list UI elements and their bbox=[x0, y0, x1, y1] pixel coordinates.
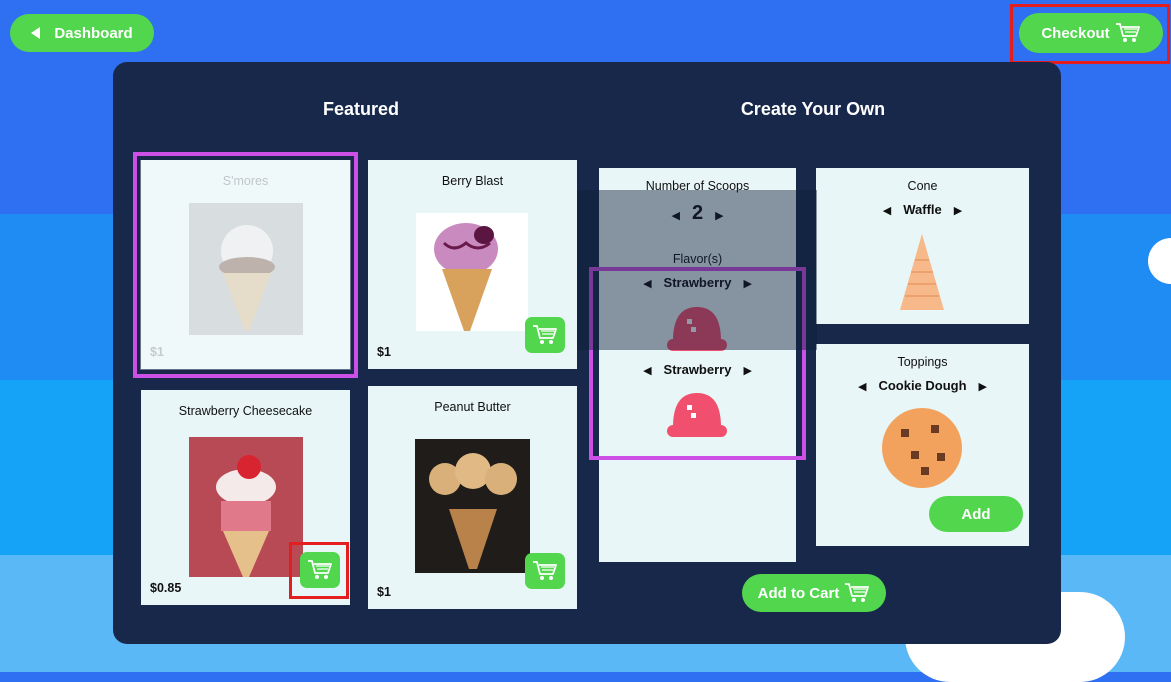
item-price: $0.85 bbox=[150, 581, 182, 595]
toppings-label: Toppings bbox=[897, 355, 948, 369]
scoops-value: 2 bbox=[691, 202, 704, 224]
item-price: $1 bbox=[150, 345, 164, 359]
cone-stepper: ◀ Waffle ▶ bbox=[816, 202, 1029, 217]
shopping-cart-icon bbox=[844, 583, 870, 603]
flavors-label: Flavor(s) bbox=[672, 252, 723, 266]
item-name: Peanut Butter bbox=[434, 400, 511, 414]
featured-card-peanut-butter[interactable]: Peanut Butter $1 bbox=[368, 386, 577, 609]
add-to-cart-button-peanut-butter[interactable] bbox=[525, 553, 565, 589]
cone-label: Cone bbox=[907, 179, 938, 193]
item-price: $1 bbox=[377, 345, 391, 359]
add-to-cart-button-berry-blast[interactable] bbox=[525, 317, 565, 353]
smores-image bbox=[189, 203, 303, 335]
item-name: Berry Blast bbox=[441, 174, 504, 188]
featured-heading: Featured bbox=[322, 99, 400, 119]
strawberry-cheesecake-image bbox=[189, 437, 303, 577]
scoops-stepper: ◀ 2 ▶ bbox=[599, 202, 796, 225]
featured-card-berry-blast[interactable]: Berry Blast $1 bbox=[368, 160, 577, 369]
add-to-cart-button[interactable]: Add to Cart bbox=[742, 574, 886, 612]
arrow-right-icon[interactable]: ▶ bbox=[967, 381, 999, 393]
berry-blast-image bbox=[416, 213, 528, 331]
cookie-dough-icon bbox=[882, 408, 962, 488]
featured-card-smores[interactable]: S'mores $1 bbox=[141, 160, 350, 369]
arrow-left-icon[interactable]: ◀ bbox=[871, 205, 903, 217]
item-name: Strawberry Cheesecake bbox=[178, 404, 313, 418]
toppings-card: Toppings ◀ Cookie Dough ▶ Add bbox=[816, 344, 1029, 546]
add-topping-button[interactable]: Add bbox=[929, 496, 1023, 532]
shopping-cart-icon bbox=[532, 561, 557, 581]
topping-stepper: ◀ Cookie Dough ▶ bbox=[816, 378, 1029, 393]
peanut-butter-image bbox=[415, 439, 530, 573]
shopping-cart-icon bbox=[1114, 23, 1140, 43]
add-to-cart-label: Add to Cart bbox=[757, 584, 840, 602]
topping-value: Cookie Dough bbox=[878, 378, 967, 393]
arrow-left-icon[interactable]: ◀ bbox=[846, 381, 878, 393]
create-your-own-heading: Create Your Own bbox=[740, 99, 886, 119]
dashboard-label: Dashboard bbox=[54, 24, 133, 42]
back-arrow-icon bbox=[31, 27, 41, 39]
highlight-flavors bbox=[589, 267, 806, 460]
shopping-cart-icon bbox=[532, 325, 557, 345]
arrow-right-icon[interactable]: ▶ bbox=[942, 205, 974, 217]
highlight-cart-cheesecake bbox=[289, 542, 349, 599]
arrow-left-icon[interactable]: ◀ bbox=[659, 210, 691, 222]
waffle-cone-icon bbox=[900, 234, 944, 310]
cone-card: Cone ◀ Waffle ▶ bbox=[816, 168, 1029, 324]
checkout-button[interactable]: Checkout bbox=[1019, 13, 1163, 53]
item-name: S'mores bbox=[222, 174, 269, 188]
scoops-label: Number of Scoops bbox=[645, 179, 750, 193]
dashboard-button[interactable]: Dashboard bbox=[10, 14, 154, 52]
arrow-right-icon[interactable]: ▶ bbox=[703, 210, 735, 222]
checkout-label: Checkout bbox=[1041, 24, 1110, 42]
item-price: $1 bbox=[377, 585, 391, 599]
cloud-decoration bbox=[1148, 238, 1171, 284]
cone-value: Waffle bbox=[903, 202, 942, 217]
